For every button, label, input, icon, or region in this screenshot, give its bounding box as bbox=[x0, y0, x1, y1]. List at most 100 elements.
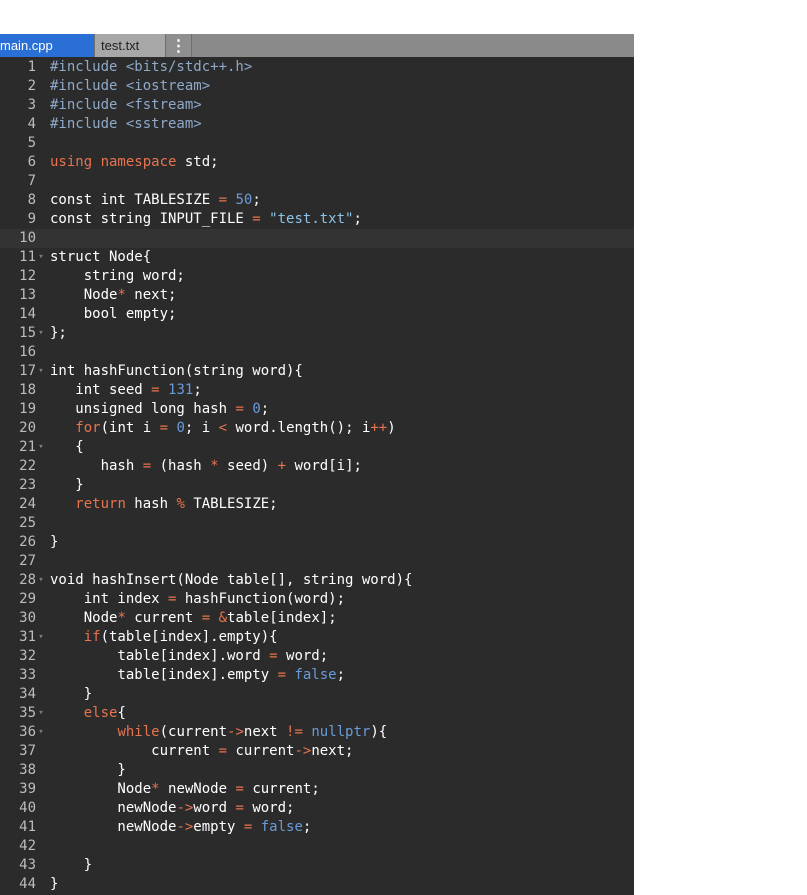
code-line[interactable]: 19 unsigned long hash = 0; bbox=[0, 400, 634, 419]
line-text: }; bbox=[46, 324, 67, 343]
code-token: bool empty; bbox=[50, 306, 177, 322]
code-line[interactable]: 25 bbox=[0, 514, 634, 533]
fold-arrow-icon[interactable]: ▾ bbox=[36, 248, 46, 267]
line-number: 25 bbox=[19, 515, 36, 531]
code-line[interactable]: 43 } bbox=[0, 856, 634, 875]
fold-arrow-icon[interactable]: ▾ bbox=[36, 628, 46, 647]
code-line[interactable]: 1 #include <bits/stdc++.h> bbox=[0, 58, 634, 77]
fold-arrow-icon[interactable]: ▾ bbox=[36, 571, 46, 590]
code-line[interactable]: 7 bbox=[0, 172, 634, 191]
code-line[interactable]: 21 ▾ { bbox=[0, 438, 634, 457]
code-line[interactable]: 8 const int TABLESIZE = 50; bbox=[0, 191, 634, 210]
more-menu-icon[interactable]: ⋮ bbox=[166, 34, 192, 57]
code-line[interactable]: 5 bbox=[0, 134, 634, 153]
code-token: int seed bbox=[50, 382, 152, 398]
code-token: unsigned long hash bbox=[50, 401, 236, 417]
code-line[interactable]: 29 int index = hashFunction(word); bbox=[0, 590, 634, 609]
code-token: } bbox=[50, 686, 93, 702]
code-line[interactable]: 35 ▾ else{ bbox=[0, 704, 634, 723]
code-area[interactable]: 1 #include <bits/stdc++.h> 2 #include <iost… bbox=[0, 57, 634, 894]
fold-arrow-icon[interactable]: ▾ bbox=[36, 324, 46, 343]
code-line[interactable]: 4 #include <sstream> bbox=[0, 115, 634, 134]
code-line[interactable]: 20 for(int i = 0; i < word.length(); i++… bbox=[0, 419, 634, 438]
code-token: -> bbox=[176, 819, 194, 835]
code-token: -> bbox=[176, 800, 194, 816]
code-line[interactable]: 12 string word; bbox=[0, 267, 634, 286]
code-line[interactable]: 32 table[index].word = word; bbox=[0, 647, 634, 666]
code-line[interactable]: 2 #include <iostream> bbox=[0, 77, 634, 96]
code-line[interactable]: 38 } bbox=[0, 761, 634, 780]
code-line[interactable]: 3 #include <fstream> bbox=[0, 96, 634, 115]
line-number: 30 bbox=[19, 610, 36, 626]
line-number: 39 bbox=[19, 781, 36, 797]
code-token: newNode bbox=[159, 781, 236, 797]
code-line[interactable]: 18 int seed = 131; bbox=[0, 381, 634, 400]
code-line[interactable]: 33 table[index].empty = false; bbox=[0, 666, 634, 685]
code-line[interactable]: 27 bbox=[0, 552, 634, 571]
code-token: newNode bbox=[50, 819, 177, 835]
code-line[interactable]: 10 bbox=[0, 229, 634, 248]
code-line[interactable]: 15 ▾}; bbox=[0, 324, 634, 343]
code-token: <sstream> bbox=[125, 116, 202, 132]
code-editor[interactable]: main.cpp test.txt ⋮ 1 #include <bits/stdc… bbox=[0, 34, 634, 895]
line-text bbox=[46, 837, 50, 856]
line-text: table[index].word = word; bbox=[46, 647, 328, 666]
code-line[interactable]: 42 bbox=[0, 837, 634, 856]
line-number: 4 bbox=[27, 116, 36, 132]
code-token: <bits/stdc++.h> bbox=[125, 59, 253, 75]
code-line[interactable]: 36 ▾ while(current->next != nullptr){ bbox=[0, 723, 634, 742]
tab-main-cpp[interactable]: main.cpp bbox=[0, 34, 95, 57]
code-line[interactable]: 17 ▾ int hashFunction(string word){ bbox=[0, 362, 634, 381]
code-line[interactable]: 30 Node* current = &table[index]; bbox=[0, 609, 634, 628]
code-line[interactable]: 37 current = current->next; bbox=[0, 742, 634, 761]
line-number: 11 bbox=[19, 249, 36, 265]
code-line[interactable]: 16 bbox=[0, 343, 634, 362]
line-text bbox=[46, 514, 50, 533]
code-token: = bbox=[218, 192, 228, 208]
line-number: 38 bbox=[19, 762, 36, 778]
line-number: 35 bbox=[19, 705, 36, 721]
code-token: current bbox=[125, 610, 202, 626]
line-number: 8 bbox=[27, 192, 36, 208]
code-line[interactable]: 34 } bbox=[0, 685, 634, 704]
fold-arrow-icon[interactable]: ▾ bbox=[36, 723, 46, 742]
code-line[interactable]: 40 newNode->word = word; bbox=[0, 799, 634, 818]
code-line[interactable]: 41 newNode->empty = false; bbox=[0, 818, 634, 837]
code-token: < bbox=[218, 420, 228, 436]
line-text: for(int i = 0; i < word.length(); i++) bbox=[46, 419, 395, 438]
code-line[interactable]: 44} bbox=[0, 875, 634, 894]
code-line[interactable]: 9 const string INPUT_FILE = "test.txt"; bbox=[0, 210, 634, 229]
line-number: 23 bbox=[19, 477, 36, 493]
code-line[interactable]: 26} bbox=[0, 533, 634, 552]
code-line[interactable]: 31 ▾ if(table[index].empty){ bbox=[0, 628, 634, 647]
line-number: 9 bbox=[27, 211, 36, 227]
fold-arrow-icon[interactable]: ▾ bbox=[36, 362, 46, 381]
code-line[interactable]: 39 Node* newNode = current; bbox=[0, 780, 634, 799]
line-text: if(table[index].empty){ bbox=[46, 628, 278, 647]
code-line[interactable]: 11 ▾ struct Node{ bbox=[0, 248, 634, 267]
code-token: #include bbox=[50, 78, 126, 94]
fold-arrow-icon[interactable]: ▾ bbox=[36, 438, 46, 457]
line-number: 16 bbox=[19, 344, 36, 360]
code-line[interactable]: 13 Node* next; bbox=[0, 286, 634, 305]
code-line[interactable]: 23 } bbox=[0, 476, 634, 495]
code-line[interactable]: 24 return hash % TABLESIZE; bbox=[0, 495, 634, 514]
code-line[interactable]: 14 bool empty; bbox=[0, 305, 634, 324]
code-line[interactable]: 22 hash = (hash * seed) + word[i]; bbox=[0, 457, 634, 476]
code-token: next bbox=[243, 724, 287, 740]
tab-test-txt[interactable]: test.txt bbox=[95, 34, 166, 57]
line-number: 26 bbox=[19, 534, 36, 550]
code-line[interactable]: 28 ▾ void hashInsert(Node table[], string … bbox=[0, 571, 634, 590]
fold-arrow-icon[interactable]: ▾ bbox=[36, 704, 46, 723]
code-token: newNode bbox=[50, 800, 177, 816]
code-line[interactable]: 6 using namespace std; bbox=[0, 153, 634, 172]
line-text: unsigned long hash = 0; bbox=[46, 400, 269, 419]
